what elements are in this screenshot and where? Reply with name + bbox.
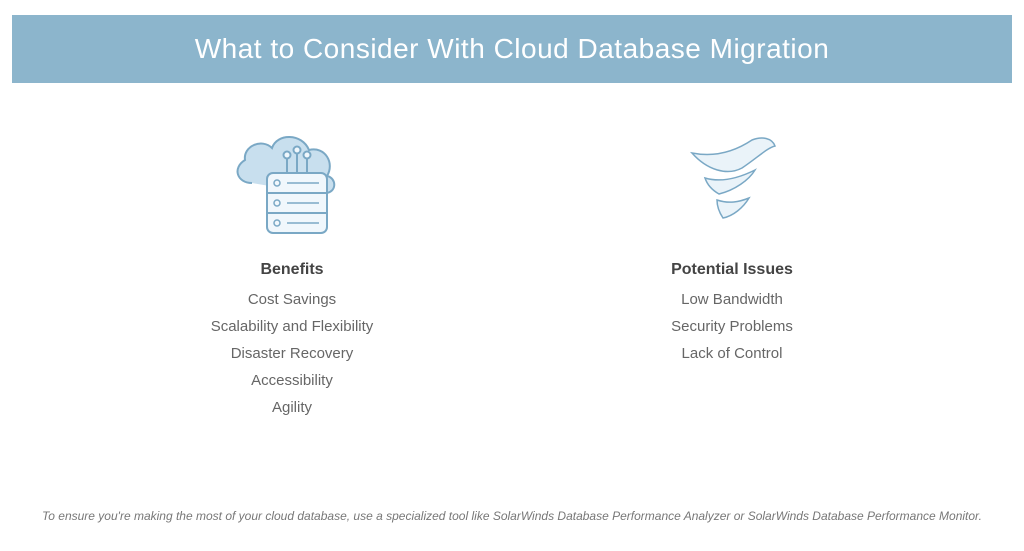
list-item: Accessibility [251, 372, 333, 389]
list-item: Security Problems [671, 318, 793, 335]
issues-column: Potential Issues Low Bandwidth Security … [592, 128, 872, 426]
content-area: Benefits Cost Savings Scalability and Fl… [0, 128, 1024, 426]
list-item: Scalability and Flexibility [211, 318, 374, 335]
list-item: Lack of Control [682, 345, 783, 362]
list-item: Low Bandwidth [681, 291, 783, 308]
header-bar: What to Consider With Cloud Database Mig… [12, 15, 1012, 83]
wave-icon [657, 128, 807, 243]
benefits-title: Benefits [260, 261, 323, 279]
list-item: Disaster Recovery [231, 345, 354, 362]
page-title: What to Consider With Cloud Database Mig… [12, 33, 1012, 65]
cloud-server-icon [217, 128, 367, 243]
issues-title: Potential Issues [671, 261, 793, 279]
list-item: Agility [272, 399, 312, 416]
footer-note: To ensure you're making the most of your… [0, 509, 1024, 523]
list-item: Cost Savings [248, 291, 336, 308]
benefits-column: Benefits Cost Savings Scalability and Fl… [152, 128, 432, 426]
